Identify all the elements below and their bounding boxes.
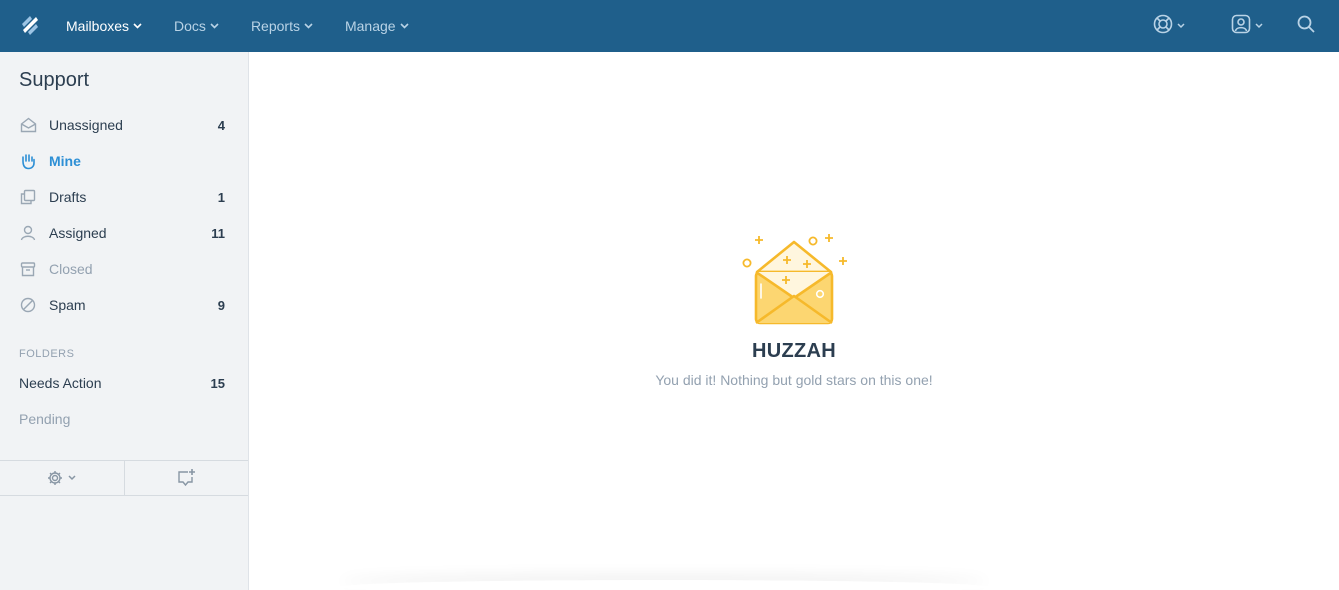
spam-icon xyxy=(19,296,37,314)
nav-right-tools xyxy=(1139,0,1339,52)
folder-assigned[interactable]: Assigned 11 xyxy=(0,215,249,251)
folder-count: 1 xyxy=(217,189,225,205)
profile-menu-button[interactable] xyxy=(1217,0,1277,52)
drafts-icon xyxy=(19,188,37,206)
folder-count: 4 xyxy=(217,117,225,133)
chevron-down-icon xyxy=(304,23,313,29)
person-icon xyxy=(19,224,37,242)
gear-icon xyxy=(47,470,63,486)
search-button[interactable] xyxy=(1283,0,1339,52)
profile-icon xyxy=(1231,14,1251,39)
chevron-down-icon xyxy=(133,23,142,29)
mailbox-settings-button[interactable] xyxy=(0,461,124,495)
nav-mailboxes-label: Mailboxes xyxy=(66,18,130,34)
nav-reports-label: Reports xyxy=(250,18,300,34)
nav-docs[interactable]: Docs xyxy=(158,0,235,52)
sidebar-footer xyxy=(0,460,248,496)
nav-reports[interactable]: Reports xyxy=(235,0,329,52)
mailbox-sidebar: Support Unassigned 4 Mine Drafts 1 Assig… xyxy=(0,52,249,590)
folder-closed[interactable]: Closed xyxy=(0,251,249,287)
folder-label: Spam xyxy=(49,297,86,313)
folder-pending[interactable]: Pending xyxy=(0,401,249,437)
folder-unassigned[interactable]: Unassigned 4 xyxy=(0,107,249,143)
empty-state-subtitle: You did it! Nothing but gold stars on th… xyxy=(655,372,933,388)
envelope-open-icon xyxy=(19,116,37,134)
nav-manage[interactable]: Manage xyxy=(329,0,425,52)
top-nav-bar: Mailboxes Docs Reports Manage xyxy=(0,0,1339,52)
chevron-down-icon xyxy=(68,475,76,481)
folder-drafts[interactable]: Drafts 1 xyxy=(0,179,249,215)
help-menu-button[interactable] xyxy=(1139,0,1199,52)
folder-count: 11 xyxy=(211,225,225,241)
folder-label: Assigned xyxy=(49,225,107,241)
chevron-down-icon xyxy=(1255,23,1263,29)
folder-needs-action[interactable]: Needs Action 15 xyxy=(0,365,249,401)
folder-count: 15 xyxy=(210,375,225,391)
folder-label: Mine xyxy=(49,153,81,169)
bottom-shadow-divider xyxy=(339,580,989,590)
search-icon xyxy=(1297,15,1315,38)
folder-label: Needs Action xyxy=(19,375,102,391)
folder-label: Unassigned xyxy=(49,117,123,133)
folder-label: Drafts xyxy=(49,189,87,205)
hand-icon xyxy=(19,152,37,170)
archive-icon xyxy=(19,260,37,278)
folder-mine[interactable]: Mine xyxy=(0,143,249,179)
conversation-list-area: HUZZAH You did it! Nothing but gold star… xyxy=(249,52,1339,590)
folder-label: Pending xyxy=(19,411,71,427)
empty-state-title: HUZZAH xyxy=(751,340,836,362)
mailbox-title: Support xyxy=(19,69,90,91)
gold-envelope-icon xyxy=(739,230,851,330)
new-conversation-icon xyxy=(176,468,196,488)
folder-spam[interactable]: Spam 9 xyxy=(0,287,249,323)
nav-mailboxes[interactable]: Mailboxes xyxy=(50,0,158,52)
new-conversation-button[interactable] xyxy=(123,461,249,495)
help-lifebuoy-icon xyxy=(1153,14,1173,39)
folder-count: 9 xyxy=(217,297,225,313)
folder-label: Closed xyxy=(49,261,93,277)
folders-section-label: FOLDERS xyxy=(19,348,75,360)
nav-docs-label: Docs xyxy=(174,18,206,34)
chevron-down-icon xyxy=(1177,23,1185,29)
nav-manage-label: Manage xyxy=(344,18,396,34)
chevron-down-icon xyxy=(210,23,219,29)
chevron-down-icon xyxy=(399,23,409,29)
